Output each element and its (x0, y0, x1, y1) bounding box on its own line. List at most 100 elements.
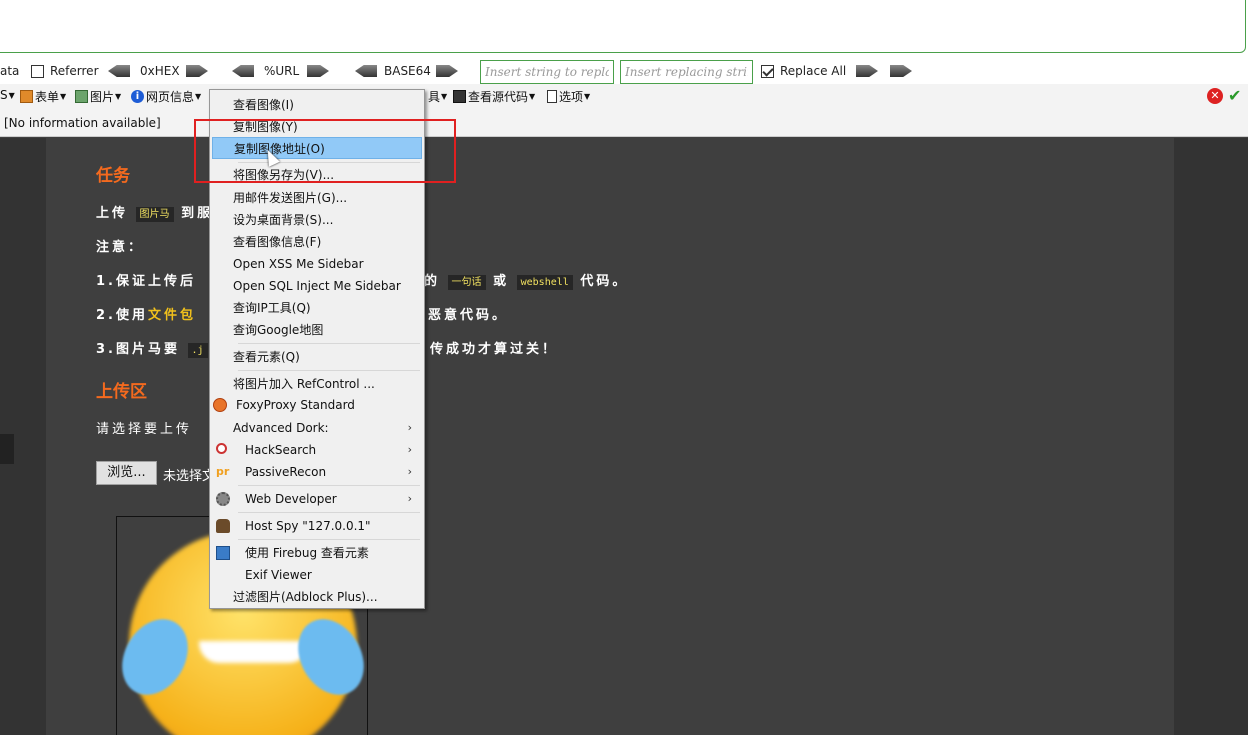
upload-heading: 上传区 (96, 382, 147, 402)
menu-set-desktop-bg[interactable]: 设为桌面背景(S)... (212, 209, 422, 231)
passiverecon-icon: pr (216, 465, 230, 478)
menu-passiverecon[interactable]: pr PassiveRecon › (212, 461, 422, 483)
toolbar-menu-view-source[interactable]: 查看源代码 ▼ (453, 88, 535, 105)
menu-separator (238, 343, 420, 344)
url-textarea-area (0, 0, 1248, 58)
url-encode-button[interactable] (307, 58, 329, 84)
foxyproxy-icon (213, 398, 227, 412)
task-heading: 任务 (96, 166, 130, 186)
code-tag: 一句话 (447, 275, 486, 290)
page-right-margin (1174, 138, 1248, 735)
chevron-right-icon: › (407, 465, 412, 478)
source-icon (453, 90, 466, 103)
referrer-label: Referrer (50, 64, 99, 78)
image-icon (75, 90, 88, 103)
replace-all-toggle[interactable]: Replace All (761, 58, 846, 84)
checkmark-icon[interactable]: ✔ (1228, 86, 1241, 105)
arrow-left-icon (232, 65, 254, 77)
status-text: [No information available] (4, 116, 161, 130)
toolbar-menu-first[interactable]: S ▼ (0, 88, 15, 102)
menu-email-image[interactable]: 用邮件发送图片(G)... (212, 187, 422, 209)
post-data-label: ata (0, 64, 20, 78)
task-line: 上传 图片马 到服 (96, 206, 214, 222)
menu-open-xss-me[interactable]: Open XSS Me Sidebar (212, 253, 422, 275)
replace-all-checkbox[interactable] (761, 64, 774, 78)
file-status: 未选择文 (163, 469, 216, 484)
menu-advanced-dork[interactable]: Advanced Dork: › (212, 417, 422, 439)
base64-label: BASE64 (384, 64, 431, 78)
menu-separator (238, 370, 420, 371)
hex-label: 0xHEX (140, 64, 180, 78)
menu-inspect-element[interactable]: 查看元素(Q) (212, 346, 422, 368)
chevron-right-icon: › (407, 443, 412, 456)
instruction-2-end: 恶意代码。 (428, 308, 509, 323)
menu-refcontrol[interactable]: 将图片加入 RefControl ... (212, 373, 422, 395)
page-left-margin (0, 138, 46, 735)
left-edge-tab (0, 434, 14, 464)
arrow-right-icon (307, 65, 329, 77)
toolbar-close-icon[interactable]: ✕ (1207, 88, 1223, 104)
arrow-left-icon (108, 65, 130, 77)
browse-button[interactable]: 浏览... (96, 461, 157, 485)
toolbar-menu-info[interactable]: i 网页信息 ▼ (131, 88, 201, 105)
referrer-checkbox[interactable] (31, 64, 44, 78)
note-label: 注意： (96, 240, 145, 255)
menu-firebug-inspect[interactable]: 使用 Firebug 查看元素 (212, 542, 422, 564)
replace-execute-button[interactable] (856, 58, 878, 84)
code-tag: 图片马 (135, 207, 174, 222)
hackbar-url-textarea[interactable] (0, 0, 1246, 53)
status-bar: [No information available] (0, 108, 1248, 137)
annotation-highlight-box (194, 119, 456, 183)
url-decode-button[interactable] (232, 58, 254, 84)
info-icon: i (131, 90, 144, 103)
upload-prompt: 请选择要上传 (96, 422, 193, 437)
arrow-right-icon (186, 65, 208, 77)
replace-to-input[interactable] (620, 60, 753, 84)
chevron-right-icon: › (407, 421, 412, 434)
hackbar-row: ata Referrer 0xHEX %URL BASE64 Replace A… (0, 58, 1248, 84)
toolbar-menu-tools[interactable]: 具 ▼ (428, 88, 447, 105)
hex-encode-button[interactable] (186, 58, 208, 84)
base64-decode-button[interactable] (355, 58, 377, 84)
instruction-3-end: 传成功才算过关！ (430, 342, 559, 357)
menu-open-sql-inject-me[interactable]: Open SQL Inject Me Sidebar (212, 275, 422, 297)
chevron-right-icon: › (407, 492, 412, 505)
menu-exif-viewer[interactable]: Exif Viewer (212, 564, 422, 586)
menu-separator (238, 512, 420, 513)
menu-host-spy[interactable]: Host Spy "127.0.0.1" (212, 515, 422, 537)
toolbar-menu-forms[interactable]: 表单 ▼ (20, 88, 66, 105)
toolbar-menu-images[interactable]: 图片 ▼ (75, 88, 121, 105)
base64-encode-button[interactable] (436, 58, 458, 84)
menu-view-image[interactable]: 查看图像(I) (212, 94, 422, 116)
replace-next-button[interactable] (890, 58, 912, 84)
instruction-1-end: 的 一句话 或 webshell 代码。 (424, 274, 629, 290)
code-tag: webshell (516, 275, 573, 290)
web-developer-toolbar: S ▼ 表单 ▼ 图片 ▼ i 网页信息 ▼ 具 ▼ 查看源代码 ▼ 选项 ▼ (0, 84, 1248, 108)
menu-web-developer[interactable]: Web Developer › (212, 488, 422, 510)
menu-view-image-info[interactable]: 查看图像信息(F) (212, 231, 422, 253)
menu-separator (238, 539, 420, 540)
hacksearch-icon (216, 443, 227, 454)
spy-icon (216, 519, 230, 533)
menu-google-maps[interactable]: 查询Google地图 (212, 319, 422, 341)
menu-separator (238, 485, 420, 486)
replace-from-input[interactable] (480, 60, 614, 84)
arrow-left-icon (355, 65, 377, 77)
toolbar-menu-options[interactable]: 选项 ▼ (547, 88, 590, 105)
referrer-toggle[interactable]: Referrer (31, 58, 99, 84)
arrow-right-icon (436, 65, 458, 77)
hex-decode-button[interactable] (108, 58, 130, 84)
emoji-teeth (199, 641, 309, 663)
gear-icon (216, 492, 230, 506)
firebug-icon (216, 546, 230, 560)
menu-adblock-filter[interactable]: 过滤图片(Adblock Plus)... (212, 586, 422, 608)
instruction-3-start: 3.图片马要 .j (96, 338, 208, 358)
code-tag: .j (187, 343, 208, 358)
menu-hacksearch[interactable]: HackSearch › (212, 439, 422, 461)
replace-all-label: Replace All (780, 64, 847, 78)
instruction-2-start: 2.使用文件包 (96, 308, 196, 323)
form-icon (20, 90, 33, 103)
menu-foxyproxy[interactable]: FoxyProxy Standard (212, 394, 422, 416)
url-label: %URL (264, 64, 300, 78)
menu-ip-tool[interactable]: 查询IP工具(Q) (212, 297, 422, 319)
